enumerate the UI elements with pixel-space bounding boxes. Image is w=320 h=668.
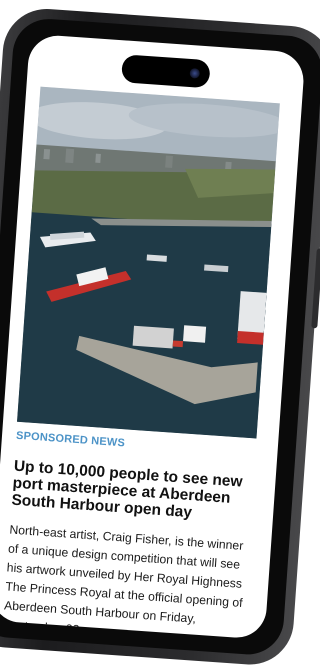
volume-button bbox=[311, 248, 320, 329]
dynamic-island bbox=[120, 54, 211, 89]
phone-bezel: SPONSORED NEWS Up to 10,000 people to se… bbox=[0, 16, 320, 657]
harbour-aerial-photo bbox=[17, 86, 280, 439]
article-content: SPONSORED NEWS Up to 10,000 people to se… bbox=[2, 430, 260, 640]
camera-icon bbox=[189, 67, 201, 79]
phone-frame: SPONSORED NEWS Up to 10,000 people to se… bbox=[0, 6, 320, 668]
article-headline[interactable]: Up to 10,000 people to see new port mast… bbox=[11, 458, 258, 526]
phone-screen: SPONSORED NEWS Up to 10,000 people to se… bbox=[0, 33, 306, 640]
article-summary: North-east artist, Craig Fisher, is the … bbox=[2, 522, 244, 637]
article-hero-image[interactable] bbox=[17, 86, 280, 439]
